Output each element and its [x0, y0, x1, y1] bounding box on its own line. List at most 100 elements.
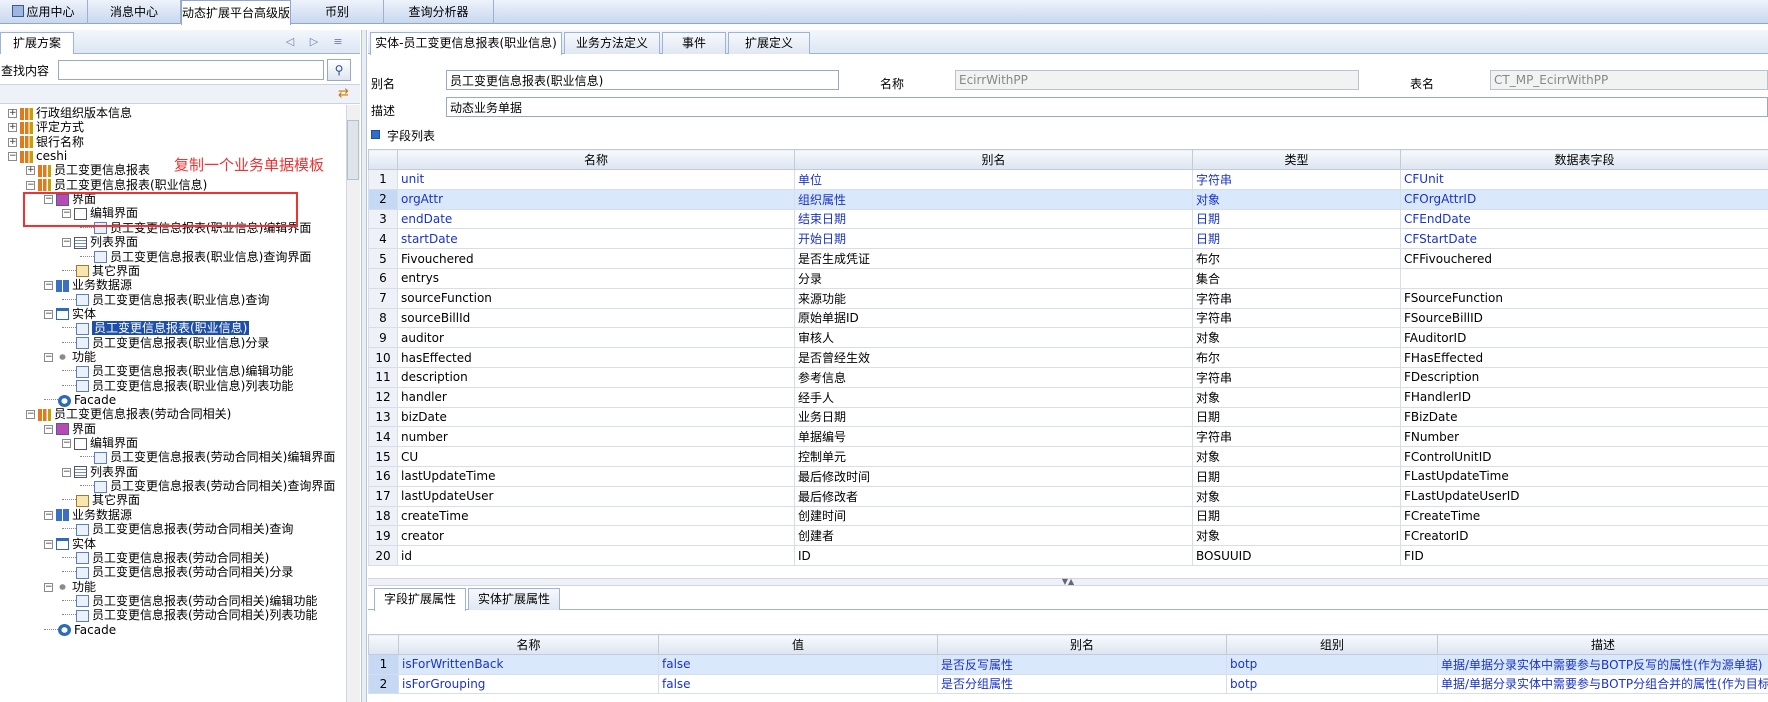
column-header[interactable]: 别名: [794, 149, 1193, 170]
table-cell[interactable]: 对象: [1192, 485, 1401, 507]
table-cell[interactable]: 字符串: [1192, 426, 1401, 448]
table-row[interactable]: 6 entrys 分录 集合: [368, 267, 1768, 289]
expand-icon[interactable]: +: [8, 137, 17, 147]
table-cell[interactable]: botp: [1226, 673, 1438, 694]
table-cell[interactable]: description: [397, 366, 795, 388]
table-cell[interactable]: 字符串: [1192, 287, 1401, 309]
table-cell[interactable]: 布尔: [1192, 248, 1401, 269]
column-header[interactable]: 别名: [937, 634, 1227, 655]
table-row[interactable]: 19 creator 创建者 对象 FCreatorID: [368, 525, 1768, 547]
table-cell[interactable]: auditor: [397, 327, 795, 349]
top-tab[interactable]: 查询分析器: [384, 0, 494, 24]
table-row[interactable]: 7 sourceFunction 来源功能 字符串 FSourceFunction: [368, 287, 1768, 309]
search-input[interactable]: [58, 60, 324, 80]
table-cell[interactable]: FAuditorID: [1400, 327, 1768, 349]
table-row[interactable]: 18 createTime 创建时间 日期 FCreateTime: [368, 505, 1768, 527]
search-icon[interactable]: ⚲: [327, 59, 351, 81]
table-cell[interactable]: 组织属性: [794, 188, 1193, 210]
table-cell[interactable]: CFEndDate: [1400, 208, 1768, 230]
table-cell[interactable]: 是否生成凭证: [794, 248, 1193, 269]
tree-node[interactable]: 员工变更信息报表(劳动合同相关)分录: [62, 564, 293, 580]
column-header[interactable]: 描述: [1437, 634, 1768, 655]
forward-icon[interactable]: ▷: [306, 34, 322, 50]
tree-node[interactable]: 员工变更信息报表(劳动合同相关)查询: [62, 521, 293, 537]
column-header[interactable]: 组别: [1226, 634, 1438, 655]
table-cell[interactable]: 单据编号: [794, 426, 1193, 448]
collapse-icon[interactable]: −: [26, 180, 35, 190]
table-cell[interactable]: 对象: [1192, 386, 1401, 408]
table-row[interactable]: 1 unit 单位 字符串 CFUnit: [368, 169, 1768, 190]
table-cell[interactable]: bizDate: [397, 406, 795, 428]
table-cell[interactable]: 是否曾经生效: [794, 347, 1193, 368]
tab-extension-scheme[interactable]: 扩展方案: [0, 32, 75, 54]
column-header[interactable]: 值: [658, 634, 938, 655]
table-cell[interactable]: 集合: [1192, 267, 1401, 289]
top-tab[interactable]: 动态扩展平台高级版: [181, 0, 291, 25]
table-cell[interactable]: FCreatorID: [1400, 525, 1768, 547]
table-cell[interactable]: isForWrittenBack: [398, 654, 659, 675]
expand-icon[interactable]: +: [26, 166, 35, 176]
panel-splitter[interactable]: [361, 30, 367, 702]
table-cell[interactable]: lastUpdateTime: [397, 465, 795, 487]
bottom-tab[interactable]: 实体扩展属性: [468, 588, 560, 610]
table-cell[interactable]: 日期: [1192, 208, 1401, 230]
table-row[interactable]: 2 orgAttr 组织属性 对象 CFOrgAttrID: [368, 188, 1768, 210]
collapse-icon[interactable]: −: [62, 209, 71, 219]
table-cell[interactable]: sourceBillId: [397, 307, 795, 329]
table-row[interactable]: 5 Fivouchered 是否生成凭证 布尔 CFFivouchered: [368, 248, 1768, 269]
table-cell[interactable]: 布尔: [1192, 347, 1401, 368]
table-cell[interactable]: 最后修改时间: [794, 465, 1193, 487]
right-tab[interactable]: 实体-员工变更信息报表(职业信息): [370, 32, 562, 55]
table-cell[interactable]: 是否反写属性: [937, 654, 1227, 675]
table-cell[interactable]: Fivouchered: [397, 248, 795, 269]
table-cell[interactable]: 对象: [1192, 525, 1401, 547]
table-cell[interactable]: 单据/单据分录实体中需要参与BOTP分组合并的属性(作为目标: [1437, 673, 1768, 694]
table-cell[interactable]: 对象: [1192, 188, 1401, 210]
table-cell[interactable]: FSourceFunction: [1400, 287, 1768, 309]
table-cell[interactable]: CFFivouchered: [1400, 248, 1768, 269]
table-cell[interactable]: FHasEffected: [1400, 347, 1768, 368]
column-header[interactable]: 名称: [397, 149, 795, 170]
table-cell[interactable]: endDate: [397, 208, 795, 230]
table-cell[interactable]: 开始日期: [794, 228, 1193, 250]
table-row[interactable]: 12 handler 经手人 对象 FHandlerID: [368, 386, 1768, 408]
collapse-icon[interactable]: −: [62, 238, 71, 248]
table-cell[interactable]: 原始单据ID: [794, 307, 1193, 329]
table-row[interactable]: 15 CU 控制单元 对象 FControlUnitID: [368, 446, 1768, 467]
table-cell[interactable]: 日期: [1192, 505, 1401, 527]
table-cell[interactable]: FControlUnitID: [1400, 446, 1768, 467]
table-row[interactable]: 1 isForWrittenBack false 是否反写属性 botp 单据/单据分录实…: [368, 654, 1768, 675]
table-cell[interactable]: 日期: [1192, 465, 1401, 487]
table-cell[interactable]: createTime: [397, 505, 795, 527]
table-cell[interactable]: startDate: [397, 228, 795, 250]
right-tab[interactable]: 事件: [662, 32, 726, 54]
table-cell[interactable]: FSourceBillID: [1400, 307, 1768, 329]
table-cell[interactable]: ID: [794, 545, 1193, 566]
table-cell[interactable]: hasEffected: [397, 347, 795, 368]
collapse-icon[interactable]: −: [44, 195, 53, 205]
collapse-icon[interactable]: −: [44, 281, 53, 291]
table-cell[interactable]: 单位: [794, 169, 1193, 190]
table-cell[interactable]: unit: [397, 169, 795, 190]
table-cell[interactable]: sourceFunction: [397, 287, 795, 309]
collapse-icon[interactable]: −: [44, 539, 53, 549]
table-cell[interactable]: 创建者: [794, 525, 1193, 547]
collapse-icon[interactable]: −: [8, 152, 17, 162]
table-cell[interactable]: isForGrouping: [398, 673, 659, 694]
table-row[interactable]: 17 lastUpdateUser 最后修改者 对象 FLastUpdateUserID: [368, 485, 1768, 507]
table-cell[interactable]: entrys: [397, 267, 795, 289]
table-cell[interactable]: 结束日期: [794, 208, 1193, 230]
tree-scrollbar[interactable]: [346, 105, 360, 702]
column-header[interactable]: 名称: [398, 634, 659, 655]
table-cell[interactable]: 日期: [1192, 406, 1401, 428]
table-cell[interactable]: 控制单元: [794, 446, 1193, 467]
table-cell[interactable]: 审核人: [794, 327, 1193, 349]
table-cell[interactable]: 字符串: [1192, 307, 1401, 329]
table-cell[interactable]: creator: [397, 525, 795, 547]
expand-icon[interactable]: +: [8, 123, 17, 133]
table-cell[interactable]: 字符串: [1192, 169, 1401, 190]
table-cell[interactable]: 对象: [1192, 327, 1401, 349]
table-cell[interactable]: FLastUpdateUserID: [1400, 485, 1768, 507]
table-row[interactable]: 9 auditor 审核人 对象 FAuditorID: [368, 327, 1768, 349]
table-cell[interactable]: FHandlerID: [1400, 386, 1768, 408]
